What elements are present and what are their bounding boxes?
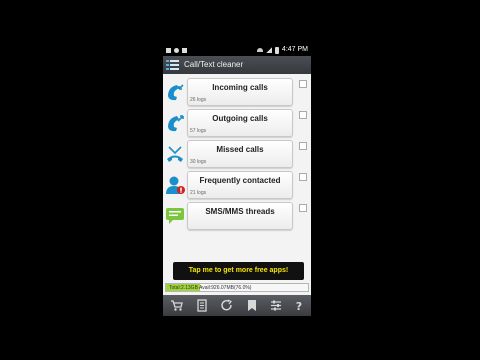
battery-icon xyxy=(274,46,279,54)
outgoing-call-icon xyxy=(168,115,184,132)
app-icon xyxy=(166,60,179,70)
incoming-calls-count: 26 logs xyxy=(190,97,207,103)
bottom-toolbar: ? xyxy=(163,295,311,316)
missed-call-icon xyxy=(167,146,183,162)
missed-calls-count: 30 logs xyxy=(190,159,207,165)
status-bar: 4:47 PM xyxy=(163,44,311,56)
list-item-incoming-calls: Incoming calls 26 logs xyxy=(163,78,311,107)
sms-threads-label: SMS/MMS threads xyxy=(205,207,275,216)
outgoing-calls-label: Outgoing calls xyxy=(212,114,268,123)
signal-icon xyxy=(265,47,272,53)
phone-screen: 4:47 PM Call/Text cleaner Incoming calls… xyxy=(163,44,311,316)
outgoing-calls-checkbox[interactable] xyxy=(299,111,307,119)
list-item-outgoing-calls: Outgoing calls 57 logs xyxy=(163,109,311,138)
missed-calls-label: Missed calls xyxy=(216,145,264,154)
svg-text:?: ? xyxy=(296,300,302,312)
incoming-calls-checkbox[interactable] xyxy=(299,80,307,88)
storage-text: Total:2.13GB Avail:926.07MB(76.0%) xyxy=(169,285,252,291)
sms-threads-checkbox[interactable] xyxy=(299,204,307,212)
frequently-contacted-count: 21 logs xyxy=(190,190,207,196)
outgoing-calls-count: 57 logs xyxy=(190,128,207,134)
help-icon[interactable]: ? xyxy=(292,299,306,313)
incoming-call-icon xyxy=(168,84,184,101)
list-item-sms-threads: SMS/MMS threads xyxy=(163,202,311,231)
list-item-missed-calls: Missed calls 30 logs xyxy=(163,140,311,169)
sync-icon xyxy=(174,47,179,53)
sms-threads-button[interactable]: SMS/MMS threads xyxy=(187,202,293,230)
missed-calls-checkbox[interactable] xyxy=(299,142,307,150)
incoming-calls-label: Incoming calls xyxy=(212,83,268,92)
list-item-frequently-contacted: Frequently contacted 21 logs xyxy=(163,171,311,200)
clock: 4:47 PM xyxy=(281,46,308,53)
incoming-calls-button[interactable]: Incoming calls 26 logs xyxy=(187,78,293,106)
sms-icon xyxy=(166,208,184,224)
missed-calls-button[interactable]: Missed calls 30 logs xyxy=(187,140,293,168)
outgoing-calls-button[interactable]: Outgoing calls 57 logs xyxy=(187,109,293,137)
document-icon[interactable] xyxy=(195,299,209,312)
promo-button[interactable]: Tap me to get more free apps! xyxy=(173,262,304,280)
frequently-contacted-button[interactable]: Frequently contacted 21 logs xyxy=(187,171,293,199)
cart-icon[interactable] xyxy=(170,299,184,312)
frequently-contacted-checkbox[interactable] xyxy=(299,173,307,181)
app-title-bar: Call/Text cleaner xyxy=(163,56,311,74)
category-list: Incoming calls 26 logs Outgoing calls 57… xyxy=(163,74,311,294)
app-title: Call/Text cleaner xyxy=(184,60,244,69)
notification-icon xyxy=(166,47,171,53)
bookmark-icon[interactable] xyxy=(245,299,259,312)
usb-icon xyxy=(182,47,187,53)
contact-icon xyxy=(166,176,185,194)
refresh-icon[interactable] xyxy=(220,299,234,312)
settings-icon[interactable] xyxy=(269,299,283,312)
storage-bar: Total:2.13GB Avail:926.07MB(76.0%) xyxy=(165,283,309,292)
frequently-contacted-label: Frequently contacted xyxy=(199,176,281,185)
wifi-icon xyxy=(256,48,263,52)
